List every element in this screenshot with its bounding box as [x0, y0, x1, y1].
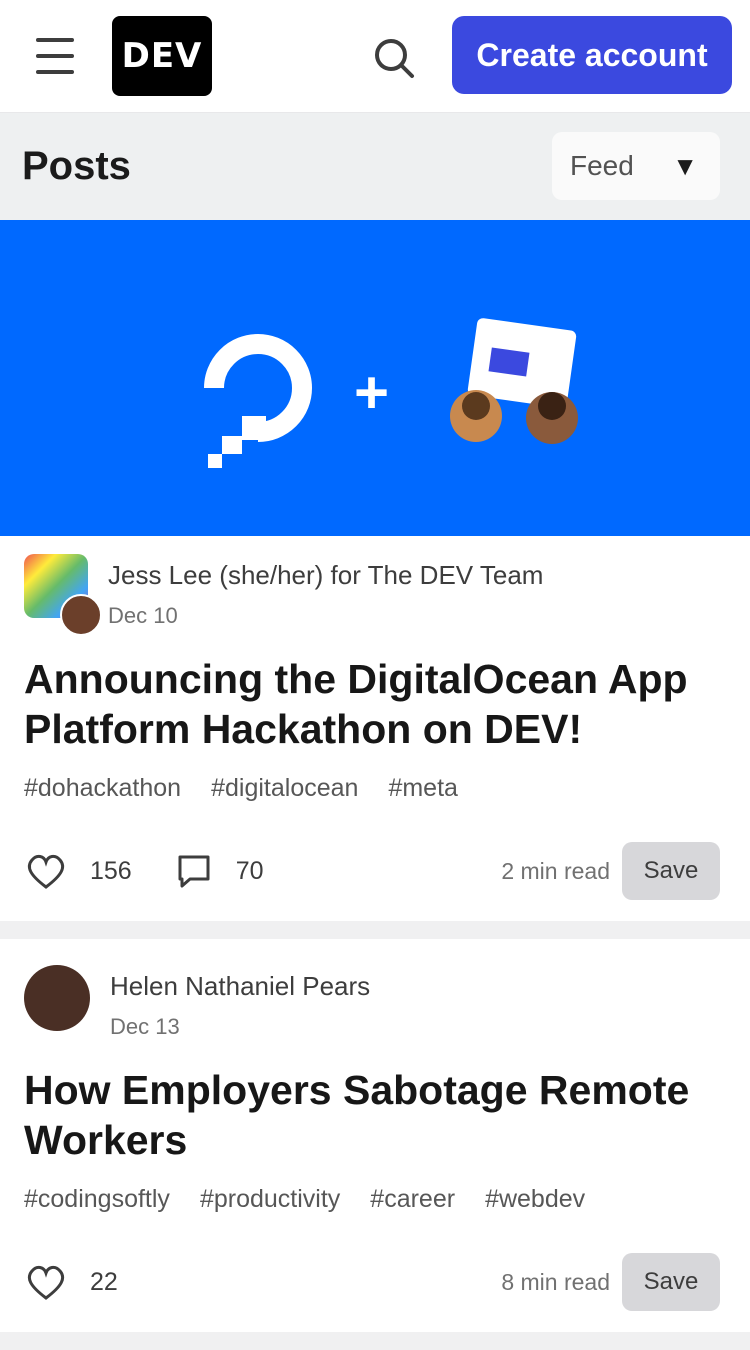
- read-time: 8 min read: [501, 1268, 610, 1295]
- author-avatar[interactable]: [24, 554, 102, 636]
- read-time: 2 min read: [501, 857, 610, 884]
- divider: [0, 1332, 750, 1350]
- comment-icon: [178, 855, 210, 888]
- post-cover-image[interactable]: +: [0, 220, 750, 536]
- top-bar: DEV Create account: [0, 0, 750, 112]
- post-card[interactable]: + Jess Lee (she/her) for The DEV Team De…: [0, 220, 750, 921]
- author-name[interactable]: Helen Nathaniel Pears: [110, 971, 370, 1002]
- post-date[interactable]: Dec 10: [108, 603, 543, 629]
- author-name[interactable]: Jess Lee (she/her) for The DEV Team: [108, 560, 543, 591]
- heart-icon: [27, 1265, 65, 1300]
- dev-illustration-icon: [450, 318, 578, 444]
- create-account-button[interactable]: Create account: [452, 16, 732, 94]
- reactions-button[interactable]: 22: [24, 1262, 118, 1302]
- feed-header: Posts Feed ▼: [0, 112, 750, 220]
- dev-logo[interactable]: DEV: [112, 16, 212, 96]
- post-date[interactable]: Dec 13: [110, 1014, 370, 1040]
- tag-link[interactable]: #career: [370, 1185, 455, 1214]
- page-title: Posts: [22, 143, 131, 188]
- cover-plus: +: [354, 359, 390, 426]
- user-avatar: [60, 594, 102, 636]
- search-icon[interactable]: [366, 30, 422, 86]
- digitalocean-logo-icon: [204, 334, 312, 468]
- author-avatar[interactable]: [24, 965, 90, 1031]
- save-button[interactable]: Save: [622, 842, 720, 900]
- comments-button[interactable]: 70: [174, 851, 264, 891]
- tag-link[interactable]: #dohackathon: [24, 774, 181, 803]
- tag-link[interactable]: #webdev: [485, 1185, 585, 1214]
- feed-sort-label: Feed: [570, 150, 634, 181]
- post-tags: #codingsoftly #productivity #career #web…: [24, 1185, 726, 1214]
- post-title[interactable]: How Employers Sabotage Remote Workers: [24, 1065, 726, 1165]
- post-card[interactable]: Helen Nathaniel Pears Dec 13 How Employe…: [0, 939, 750, 1332]
- tag-link[interactable]: #codingsoftly: [24, 1185, 170, 1214]
- post-actions: 156 70 2 min read Save: [24, 821, 726, 921]
- post-actions: 22 8 min read Save: [24, 1232, 726, 1332]
- post-tags: #dohackathon #digitalocean #meta: [24, 774, 726, 803]
- chevron-down-icon: ▼: [672, 150, 698, 181]
- heart-icon: [27, 854, 65, 889]
- tag-link[interactable]: #meta: [388, 774, 457, 803]
- hamburger-icon[interactable]: [36, 38, 74, 74]
- reactions-button[interactable]: 156: [24, 851, 132, 891]
- comments-count: 70: [235, 856, 264, 885]
- reactions-count: 156: [90, 856, 132, 885]
- reactions-count: 22: [90, 1267, 118, 1296]
- save-button[interactable]: Save: [622, 1253, 720, 1311]
- divider: [0, 921, 750, 939]
- feed-sort-select[interactable]: Feed ▼: [552, 132, 720, 200]
- tag-link[interactable]: #productivity: [200, 1185, 340, 1214]
- tag-link[interactable]: #digitalocean: [211, 774, 358, 803]
- post-title[interactable]: Announcing the DigitalOcean App Platform…: [24, 654, 726, 754]
